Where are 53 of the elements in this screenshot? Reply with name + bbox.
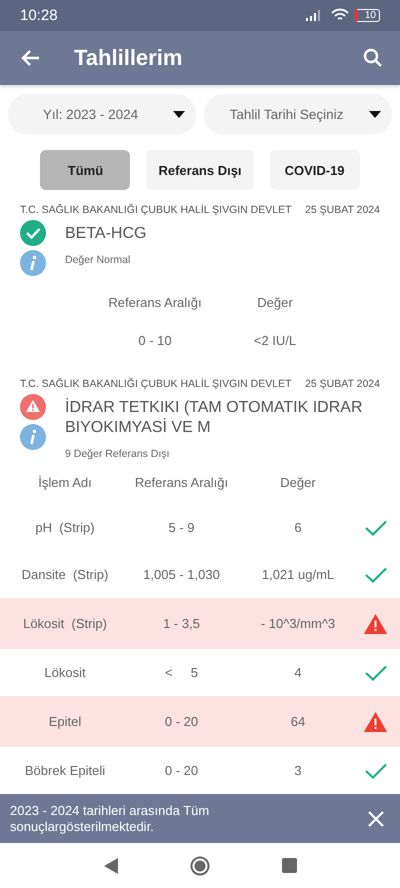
hospital-name: T.C. SAĞLIK BAKANLIĞI ÇUBUK HALİL ŞIVGIN DEVLET [20, 204, 292, 216]
recents-nav-icon[interactable] [282, 858, 296, 874]
battery-icon: 10 [354, 8, 380, 22]
column-header: Referans Aralığı [107, 294, 203, 310]
table-cell-text: Dansite (Strip) [20, 567, 110, 582]
home-nav-icon[interactable] [190, 856, 210, 876]
column-header: Referans Aralığı [134, 474, 230, 490]
table-cell-text: <2 IU/L [252, 332, 298, 348]
screen-title: Tahlillerim [74, 44, 184, 71]
column-header: Değer [279, 474, 317, 490]
table-cell-text: 4 [293, 665, 303, 680]
filter-chip[interactable]: Referans Dışı [146, 150, 254, 190]
table-cell-text: 0 - 10 [137, 332, 173, 348]
close-icon[interactable] [368, 810, 384, 827]
column-header: İşlem Adı [37, 474, 93, 490]
filter-chip[interactable]: Tümü [40, 150, 130, 190]
result-date: 25 ŞUBAT 2024 [305, 204, 380, 216]
caret-icon [369, 110, 381, 118]
table-cell-text: 3 [293, 763, 303, 778]
table-cell-text: 6 [293, 520, 303, 536]
filter-chip[interactable]: COVID-19 [270, 150, 360, 190]
table-cell-text: 0 - 20 [164, 714, 200, 730]
table-cell-text: - 10^3/mm^3 [260, 616, 336, 632]
column-header: Değer [256, 294, 294, 310]
table-cell-text: 1 - 3,5 [162, 616, 201, 632]
back-arrow-icon[interactable] [20, 48, 40, 67]
table-cell-text: Epitel [48, 714, 82, 730]
table-cell-text: 64 [290, 714, 306, 730]
info-icon[interactable] [20, 250, 46, 276]
caret-icon [173, 110, 185, 118]
table-cell-text: 1,005 - 1,030 [142, 567, 221, 582]
table-cell-text: Böbrek Epiteli [24, 763, 106, 778]
status-time: 10:28 [20, 6, 58, 24]
back-nav-icon[interactable] [104, 858, 118, 874]
test-name: İDRAR TETKIKI (TAM OTOMATIK IDRAR BIYOKIMYASİ VE M [65, 398, 364, 438]
search-icon[interactable] [363, 48, 383, 68]
wifi-icon [330, 8, 349, 22]
table-cell-text: pH (Strip) [34, 520, 96, 536]
result-summary: Değer Normal [65, 254, 132, 266]
info-icon[interactable] [20, 424, 46, 450]
table-cell-text: Lökosit [43, 665, 87, 680]
result-summary: 9 Değer Referans Dışı [65, 448, 170, 460]
snackbar-message: 2023 - 2024 tarihleri arasında Tüm sonuçlargösterilmektedir. [10, 802, 210, 835]
table-cell-text: 1,021 ug/mL [260, 567, 336, 582]
table-cell-text: 0 - 20 [164, 763, 200, 778]
test-name: BETA-HCG [65, 224, 146, 244]
table-cell-text: Lökosit (Strip) [22, 616, 108, 632]
dropdown[interactable]: Yıl: 2023 - 2024 [8, 94, 196, 134]
table-cell-text: < 5 [164, 665, 199, 680]
hospital-name: T.C. SAĞLIK BAKANLIĞI ÇUBUK HALİL ŞIVGIN DEVLET [20, 378, 292, 390]
dropdown[interactable]: Tahlil Tarihi Seçiniz [204, 94, 392, 134]
table-cell-text: 5 - 9 [167, 520, 196, 536]
result-date: 25 ŞUBAT 2024 [305, 378, 380, 390]
